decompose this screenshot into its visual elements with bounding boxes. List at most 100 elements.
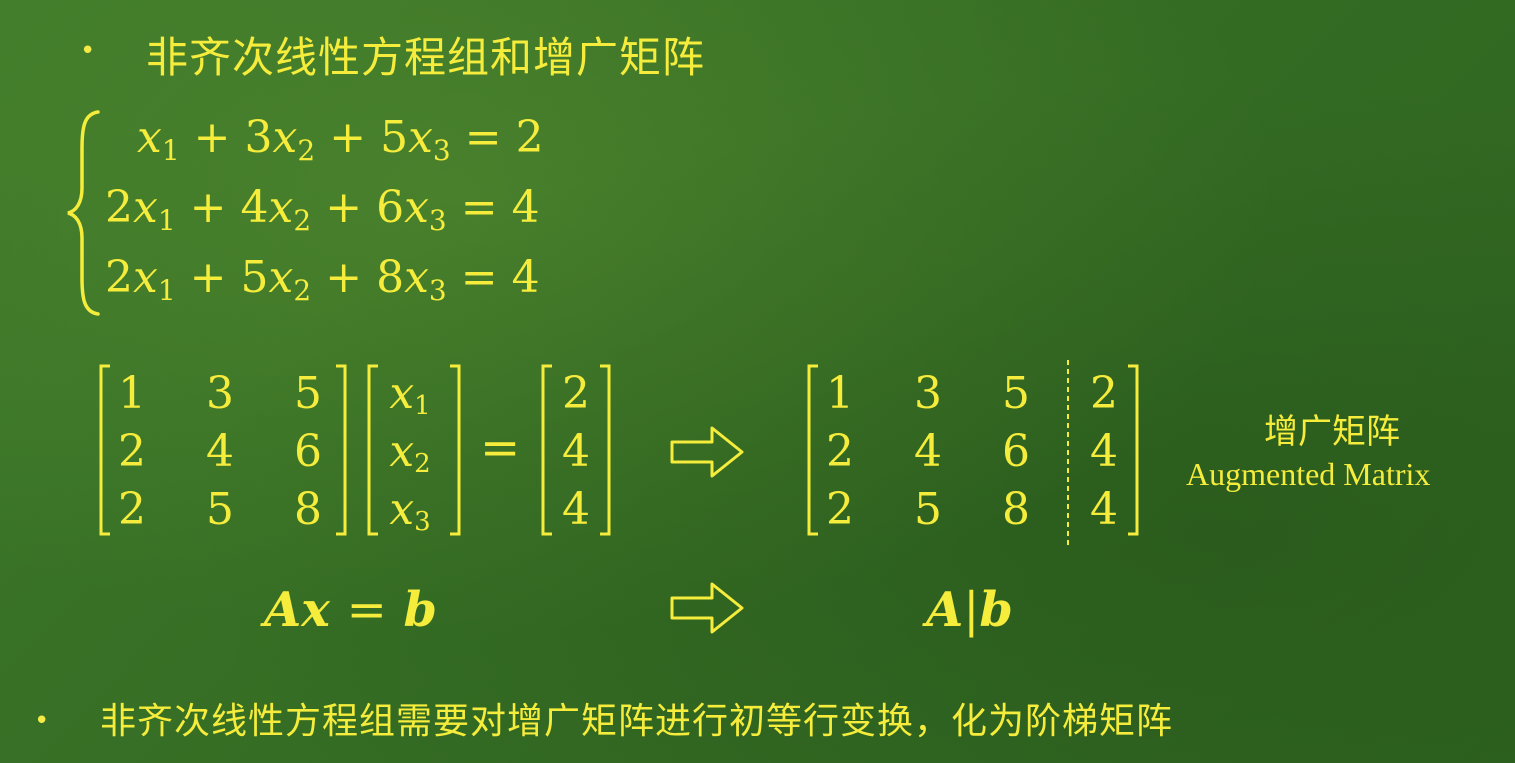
matrix-cell: 2 <box>118 426 146 477</box>
augmented-label-en: Augmented Matrix <box>1186 456 1431 492</box>
coef: 2 <box>105 252 133 303</box>
vector-cell: 2 <box>562 368 590 419</box>
coef: 5 <box>380 112 409 163</box>
plus-sign: + <box>325 252 363 303</box>
formula-ax-b: Ax = b <box>264 582 437 638</box>
subscript: 3 <box>414 507 431 537</box>
equals-sign: = <box>460 182 498 233</box>
subscript: 3 <box>432 134 451 167</box>
var-x: x <box>133 252 158 303</box>
right-bracket <box>1128 364 1139 536</box>
coef: 4 <box>240 182 269 233</box>
subscript: 3 <box>428 204 447 237</box>
matrix-cell: 6 <box>1002 426 1030 477</box>
right-bracket <box>336 364 347 536</box>
var-x: x <box>272 112 298 163</box>
formula-a-bar-b: A|b <box>926 582 1013 638</box>
vector-cell: 4 <box>562 426 590 477</box>
subscript: 2 <box>297 134 316 167</box>
subscript: 1 <box>414 391 431 421</box>
equals-sign: = <box>346 582 387 638</box>
variable-vector: x1 x2 x3 <box>366 364 462 540</box>
rhs: 4 <box>511 182 540 233</box>
matrix-cell: 2 <box>118 484 146 535</box>
var-x: x <box>408 112 433 163</box>
system-brace <box>67 110 100 316</box>
augment-divider <box>1067 360 1069 548</box>
right-arrow-icon <box>670 426 744 478</box>
matrix-cell: 3 <box>206 368 234 419</box>
vector-cell: x3 <box>380 480 440 552</box>
equation-row-3: 2x1 + 5x2 + 8x3 = 4 <box>105 252 540 307</box>
var-x: x <box>133 182 158 233</box>
bottom-statement: 非齐次线性方程组需要对增广矩阵进行初等行变换，化为阶梯矩阵 <box>100 701 1174 742</box>
vector-cell: 4 <box>562 484 590 535</box>
augmented-label-cn: 增广矩阵 <box>1264 412 1400 452</box>
left-bracket <box>367 364 378 536</box>
matrix-cell: 2 <box>826 426 854 477</box>
plus-sign: + <box>189 252 227 303</box>
matrix-equals-sign: = <box>480 420 521 476</box>
coef: 2 <box>105 182 133 233</box>
rhs: 4 <box>511 252 540 303</box>
augmented-matrix: 1 3 5 2 2 4 6 4 2 5 8 4 <box>806 360 1142 548</box>
equation-row-1: x1 + 3x2 + 5x3 = 2 <box>105 112 544 167</box>
var-x: x <box>137 112 162 163</box>
symbol-b: b <box>979 582 1013 638</box>
matrix-cell: 5 <box>206 484 234 535</box>
symbol-a: A <box>264 582 302 638</box>
subscript: 2 <box>293 274 312 307</box>
plus-sign: + <box>325 182 363 233</box>
matrix-cell: 4 <box>1090 426 1118 477</box>
matrix-cell: 4 <box>206 426 234 477</box>
constant-vector: 2 4 4 <box>540 364 612 540</box>
var-x: x <box>389 368 415 419</box>
symbol-b: b <box>403 582 438 638</box>
rhs: 2 <box>515 112 544 163</box>
var-x: x <box>268 252 294 303</box>
coef: 6 <box>376 182 405 233</box>
right-arrow-icon <box>670 582 744 634</box>
equals-sign: = <box>464 112 502 163</box>
matrix-cell: 1 <box>118 368 146 419</box>
symbol-a: A <box>926 582 964 638</box>
matrix-cell: 1 <box>826 368 854 419</box>
var-x: x <box>268 182 294 233</box>
matrix-cell: 8 <box>1002 484 1030 535</box>
bottom-bullet: • <box>34 706 50 736</box>
matrix-cell: 6 <box>294 426 322 477</box>
subscript: 2 <box>293 204 312 237</box>
equation-row-2: 2x1 + 4x2 + 6x3 = 4 <box>105 182 540 237</box>
matrix-cell: 2 <box>1090 368 1118 419</box>
matrix-cell: 4 <box>1090 484 1118 535</box>
bar-symbol: | <box>963 582 980 638</box>
var-x: x <box>404 182 429 233</box>
coef: 5 <box>240 252 269 303</box>
plus-sign: + <box>329 112 367 163</box>
matrix-cell: 5 <box>1002 368 1030 419</box>
var-x: x <box>389 426 415 477</box>
coef: 3 <box>244 112 273 163</box>
subscript: 1 <box>157 274 176 307</box>
var-x: x <box>404 252 429 303</box>
equals-sign: = <box>460 252 498 303</box>
matrix-cell: 2 <box>826 484 854 535</box>
subscript: 1 <box>157 204 176 237</box>
var-x: x <box>389 484 415 535</box>
matrix-cell: 4 <box>914 426 942 477</box>
matrix-cell: 3 <box>914 368 942 419</box>
plus-sign: + <box>189 182 227 233</box>
right-bracket <box>450 364 461 536</box>
subscript: 3 <box>428 274 447 307</box>
symbol-x: x <box>301 582 330 638</box>
matrix-cell: 5 <box>914 484 942 535</box>
coefficient-matrix: 1 3 5 2 4 6 2 5 8 <box>98 364 350 540</box>
right-bracket <box>600 364 611 536</box>
plus-sign: + <box>193 112 231 163</box>
matrix-cell: 5 <box>294 368 322 419</box>
subscript: 2 <box>414 449 431 479</box>
subscript: 1 <box>161 134 180 167</box>
matrix-cell: 8 <box>294 484 322 535</box>
coef: 8 <box>376 252 405 303</box>
heading-bullet: • <box>80 36 96 66</box>
